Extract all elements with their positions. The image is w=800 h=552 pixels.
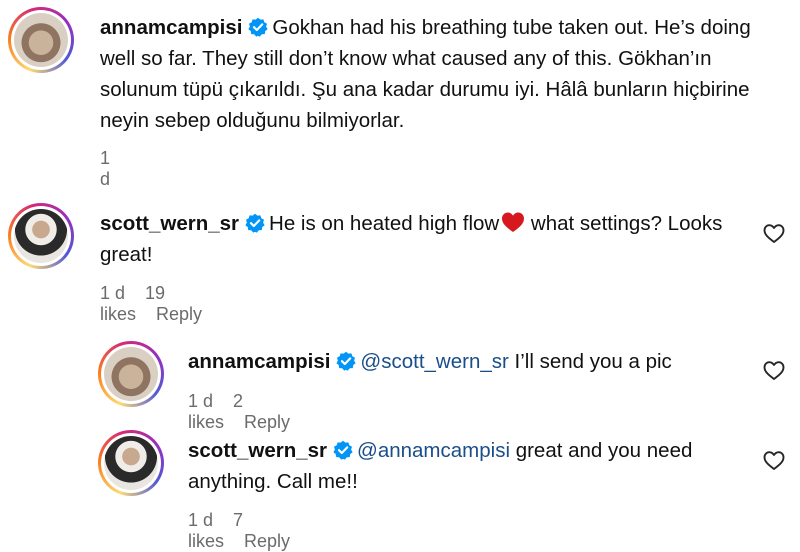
reply-button[interactable]: Reply [156, 304, 202, 324]
reply-button[interactable]: Reply [244, 531, 290, 551]
comment-body: scott_wern_sr He is on heated high flow w… [100, 208, 740, 270]
comment-body: annamcampisi @scott_wern_sr I’ll send you… [188, 346, 748, 377]
comment-text: I’ll send you a pic [508, 350, 672, 373]
verified-badge-icon [333, 440, 354, 460]
username[interactable]: annamcampisi [100, 16, 242, 39]
red-heart-emoji-icon [502, 212, 525, 232]
verified-badge-icon [248, 17, 269, 37]
username[interactable]: scott_wern_sr [188, 439, 327, 462]
avatar[interactable] [98, 430, 164, 496]
username[interactable]: annamcampisi [188, 350, 330, 373]
heart-icon[interactable] [763, 360, 785, 382]
heart-icon[interactable] [763, 223, 785, 245]
verified-badge-icon [336, 351, 357, 371]
timestamp[interactable]: 1 d [100, 148, 110, 189]
avatar[interactable] [8, 203, 74, 269]
username[interactable]: scott_wern_sr [100, 212, 239, 235]
comment-meta: 1 d [100, 148, 130, 190]
verified-badge-icon [245, 213, 266, 233]
avatar[interactable] [8, 7, 74, 73]
comment-meta: 1 d7 likes Reply [188, 510, 310, 552]
timestamp[interactable]: 1 d [188, 391, 213, 411]
heart-icon[interactable] [763, 450, 785, 472]
comment-meta: 1 d 19 likes Reply [100, 283, 222, 325]
timestamp[interactable]: 1 d [100, 283, 125, 303]
comment-body: annamcampisi Gokhan had his breathing tub… [100, 12, 770, 136]
timestamp[interactable]: 1 d [188, 510, 213, 530]
comment-text: He is on heated high flow [269, 212, 500, 235]
comment-body: scott_wern_sr @annamcampisi great and you… [188, 435, 748, 497]
avatar[interactable] [98, 341, 164, 407]
reply-button[interactable]: Reply [244, 412, 290, 432]
mention-link[interactable]: @annamcampisi [357, 439, 510, 462]
mention-link[interactable]: @scott_wern_sr [360, 350, 508, 373]
comment-meta: 1 d2 likes Reply [188, 391, 310, 433]
